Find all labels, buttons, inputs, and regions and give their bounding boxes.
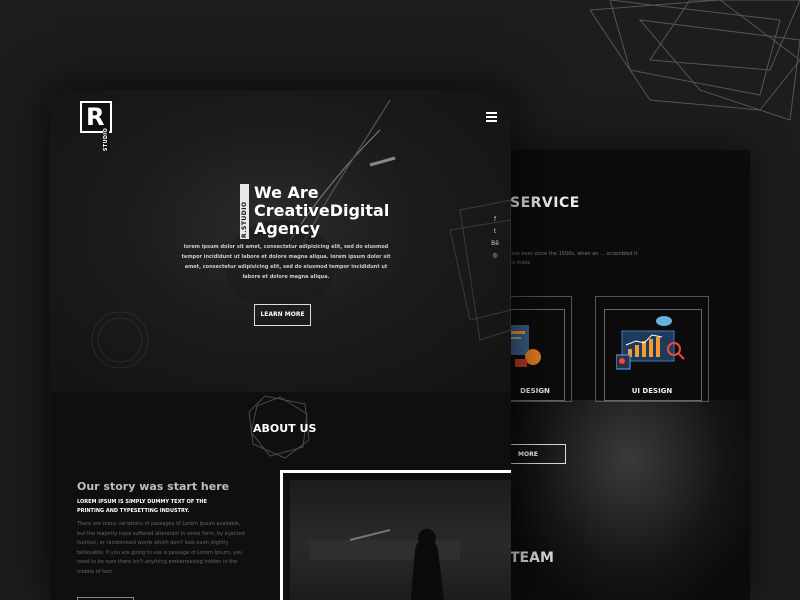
story-body: There are many variations of passages of… <box>77 521 245 575</box>
services-more-button[interactable]: MORE <box>510 444 566 464</box>
story-subtitle: LOREM IPSUM IS SIMPLY DUMMY TEXT OF THE … <box>77 499 207 514</box>
hero-background-art <box>91 99 511 369</box>
home-page: R STUDIO R.STUDIO We Are CreativeDigital… <box>50 90 511 600</box>
studio-photo <box>290 480 511 600</box>
services-title: SERVICE <box>510 195 580 211</box>
service-card-label: UI DESIGN <box>631 387 673 395</box>
twitter-icon[interactable]: t <box>490 226 500 238</box>
learn-more-button[interactable]: LEARN MORE <box>254 304 311 326</box>
facebook-icon[interactable]: f <box>490 214 500 226</box>
analytics-icon <box>616 316 685 370</box>
hero-title-line: CreativeDigital <box>254 201 390 220</box>
hero-title-line: We Are <box>254 183 319 202</box>
about-section: ABOUT US Our story was start here LOREM … <box>50 392 511 600</box>
story-title: Our story was start here <box>77 480 230 493</box>
hero-section: R STUDIO R.STUDIO We Are CreativeDigital… <box>50 90 511 392</box>
service-card-label: DESIGN <box>520 387 550 395</box>
studio-logo[interactable]: R STUDIO <box>80 101 112 152</box>
services-page: SERVICE text ever since the 1500s, when … <box>510 150 750 600</box>
photo-silhouette <box>310 529 460 600</box>
social-links: f t Bē ◎ <box>490 214 500 262</box>
about-title: ABOUT US <box>253 422 317 435</box>
logo-studio-text: STUDIO <box>103 128 109 152</box>
hero-description: lorem ipsum dolor sit amet, consectetur … <box>181 244 391 280</box>
service-card-ui-design[interactable]: UI DESIGN <box>595 296 709 402</box>
team-title: TEAM <box>510 550 554 566</box>
logo-letter: R <box>86 103 105 131</box>
vertical-brand-tag: R.STUDIO <box>240 184 249 239</box>
services-text: text ever since the 1500s, when an ... s… <box>510 251 638 266</box>
dribbble-icon[interactable]: ◎ <box>490 250 500 262</box>
hero-title-line: Agency <box>254 219 320 238</box>
behance-icon[interactable]: Bē <box>490 238 500 250</box>
service-card-design[interactable]: DESIGN <box>510 296 572 402</box>
stage-photo <box>510 400 750 600</box>
hero-title: We Are CreativeDigital Agency <box>254 184 454 238</box>
hamburger-menu-icon[interactable] <box>486 112 497 122</box>
design-icon <box>510 325 541 367</box>
